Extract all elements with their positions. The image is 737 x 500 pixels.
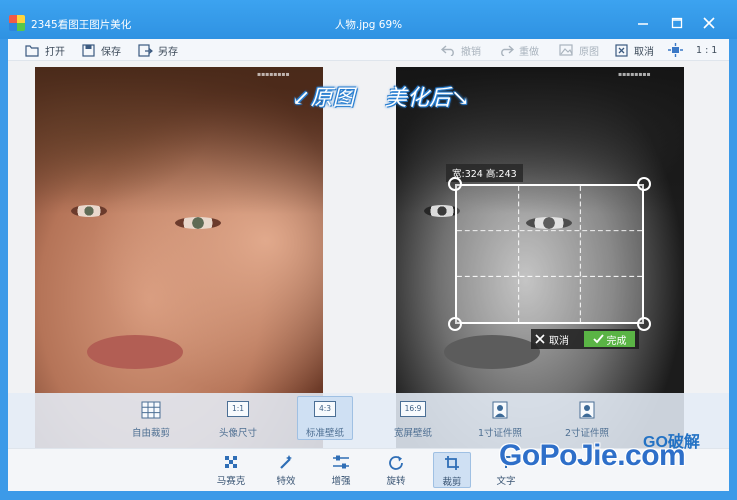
crop-icon (445, 456, 459, 470)
close-button[interactable] (700, 15, 718, 31)
redo-icon (501, 45, 514, 56)
id-photo-icon (579, 401, 595, 419)
tool-enhance[interactable]: 增强 (323, 452, 359, 488)
label-original: ↙原图 (292, 86, 355, 111)
photo-watermark: ▪▪▪▪▪▪▪▪ (257, 71, 290, 78)
save-button[interactable]: 保存 (82, 43, 121, 58)
crop-handle-top-right[interactable] (637, 177, 651, 191)
crop-handle-bottom-right[interactable] (637, 317, 651, 331)
photo-watermark: ▪▪▪▪▪▪▪▪ (618, 71, 651, 78)
maximize-button[interactable] (668, 15, 686, 31)
crop-handle-bottom-left[interactable] (448, 317, 462, 331)
save-as-label: 另存 (158, 46, 178, 58)
open-label: 打开 (45, 46, 65, 58)
preset-widescreen-wallpaper[interactable]: 16:9 宽屏壁纸 (385, 401, 441, 441)
cancel-button[interactable]: 取消 (615, 43, 654, 58)
undo-icon (441, 45, 454, 56)
minimize-icon (638, 23, 648, 25)
ratio-icon: 4:3 (313, 401, 337, 417)
undo-button[interactable]: 撤销 (441, 43, 481, 58)
photo-lips (444, 335, 540, 369)
photo-eye (175, 217, 221, 229)
image-icon (559, 44, 573, 56)
mosaic-icon (225, 456, 237, 468)
ratio-icon: 1:1 (226, 401, 250, 417)
tool-effects[interactable]: 特效 (268, 452, 304, 488)
actual-size-button[interactable]: 1 : 1 (696, 43, 717, 57)
crop-cancel-button[interactable]: 取消 (535, 332, 569, 347)
save-as-button[interactable]: 另存 (138, 43, 178, 58)
undo-label: 撤销 (461, 46, 481, 58)
photo-eye (71, 205, 107, 217)
arrow-icon: ↘ (451, 86, 470, 111)
crop-box[interactable] (455, 184, 644, 324)
tool-mosaic[interactable]: 马赛克 (213, 452, 249, 488)
preset-standard-wallpaper[interactable]: 4:3 标准壁纸 (297, 396, 353, 440)
crop-actions: 取消 完成 (531, 329, 639, 349)
sliders-icon (333, 455, 349, 469)
fit-window-icon (668, 43, 683, 57)
floppy-icon (82, 43, 95, 57)
site-watermark: GO破解 GoPoJie.com (497, 425, 737, 500)
crop-done-button[interactable]: 完成 (584, 331, 635, 347)
grid-icon (141, 401, 161, 419)
cancel-label: 取消 (634, 46, 654, 58)
maximize-icon (671, 17, 683, 29)
close-icon (703, 17, 715, 29)
brand-big-text: GoPoJie.com (499, 439, 686, 472)
cancel-icon (615, 43, 628, 57)
fit-window-button[interactable] (668, 43, 688, 57)
preset-avatar-size[interactable]: 1:1 头像尺寸 (210, 401, 266, 441)
redo-button[interactable]: 重做 (499, 43, 539, 58)
minimize-button[interactable] (634, 15, 652, 31)
preset-free-crop[interactable]: 自由裁剪 (123, 401, 179, 441)
save-as-icon (138, 43, 153, 57)
save-label: 保存 (101, 46, 121, 58)
tool-rotate[interactable]: 旋转 (378, 452, 414, 488)
arrow-icon: ↙ (292, 86, 311, 111)
folder-icon (25, 44, 39, 57)
tool-crop[interactable]: 裁剪 (433, 452, 471, 488)
original-button[interactable]: 原图 (559, 43, 599, 58)
redo-label: 重做 (519, 46, 539, 58)
open-button[interactable]: 打开 (25, 43, 65, 58)
photo-lips (87, 335, 183, 369)
checkmark-icon (592, 334, 604, 344)
file-title: 人物.jpg 69% (334, 19, 403, 31)
title-bar: 2345看图王图片美化 人物.jpg 69% (0, 0, 737, 39)
magic-wand-icon (280, 455, 292, 469)
crop-grid (457, 186, 642, 322)
original-label: 原图 (579, 46, 599, 58)
rotate-icon (389, 456, 403, 470)
label-after: 美化后↘ (385, 86, 470, 111)
id-photo-icon (492, 401, 508, 419)
top-toolbar: 打开 保存 另存 撤销 重做 原图 取消 1 : 1 (8, 39, 729, 61)
close-icon (535, 334, 545, 344)
ratio-icon: 16:9 (399, 401, 427, 417)
crop-handle-top-left[interactable] (448, 177, 462, 191)
